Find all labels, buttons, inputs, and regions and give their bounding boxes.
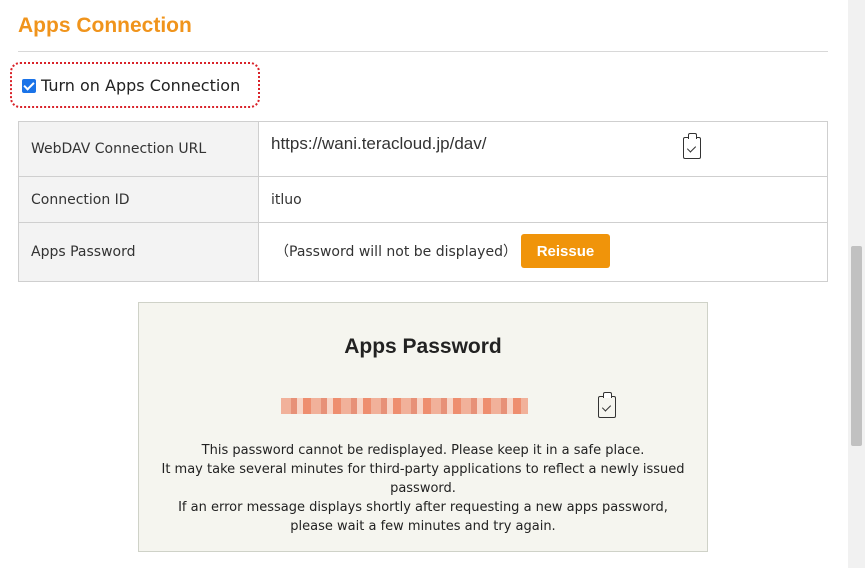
webdav-url-label: WebDAV Connection URL: [18, 121, 259, 177]
panel-message-line: If an error message displays shortly aft…: [178, 500, 668, 534]
panel-message-line: It may take several minutes for third-pa…: [161, 462, 685, 496]
clipboard-check-icon[interactable]: [683, 133, 701, 159]
connection-id-value: itluo: [258, 176, 828, 223]
apps-password-panel: Apps Password This password cannot be re…: [138, 302, 708, 552]
title-divider: [18, 51, 828, 52]
connection-table: WebDAV Connection URL https://wani.terac…: [18, 121, 828, 282]
scrollbar[interactable]: [848, 0, 865, 568]
apps-password-cell: （Password will not be displayed） Reissue: [258, 222, 828, 282]
panel-message-line: This password cannot be redisplayed. Ple…: [201, 443, 645, 458]
section-title: Apps Connection: [18, 14, 192, 37]
password-hidden-note: （Password will not be displayed）: [275, 244, 517, 260]
reissue-button[interactable]: Reissue: [521, 234, 610, 268]
panel-title: Apps Password: [344, 335, 502, 358]
apps-password-label: Apps Password: [18, 222, 259, 282]
apps-connection-label[interactable]: Turn on Apps Connection: [41, 76, 240, 95]
scrollbar-thumb[interactable]: [851, 246, 862, 446]
webdav-url-cell: https://wani.teracloud.jp/dav/: [258, 121, 828, 177]
table-row: WebDAV Connection URL https://wani.terac…: [18, 121, 828, 177]
table-row: Apps Password （Password will not be disp…: [18, 222, 828, 282]
password-masked-value: [281, 398, 528, 414]
webdav-url-value: https://wani.teracloud.jp/dav/: [271, 134, 487, 153]
connection-id-label: Connection ID: [18, 176, 259, 223]
panel-message: This password cannot be redisplayed. Ple…: [159, 441, 687, 536]
clipboard-check-icon[interactable]: [598, 392, 616, 418]
apps-connection-checkbox[interactable]: [22, 79, 36, 93]
table-row: Connection ID itluo: [18, 176, 828, 223]
